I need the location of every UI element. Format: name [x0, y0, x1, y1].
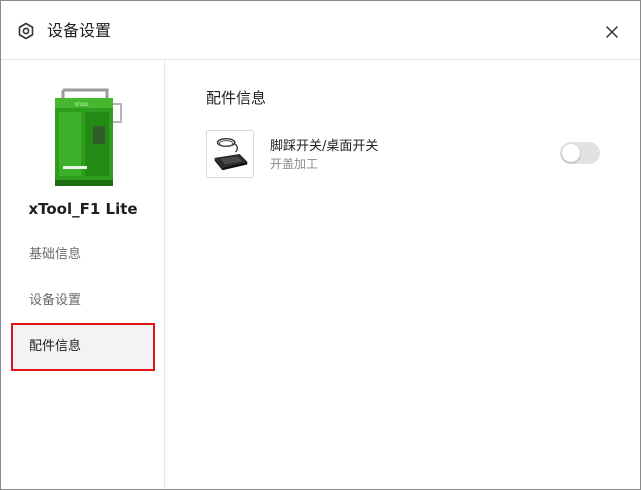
sidebar-item-basic-info[interactable]: 基础信息: [13, 233, 153, 277]
device-sidebar: XTOOL xTool_F1 Lite 基础信息 设备设置 配件信息: [1, 60, 165, 489]
sidebar-item-device-settings[interactable]: 设备设置: [13, 279, 153, 323]
foot-pedal-switch-icon: [206, 130, 254, 178]
accessory-item: 脚踩开关/桌面开关 开盖加工: [206, 130, 606, 180]
accessory-toggle[interactable]: [560, 142, 600, 164]
device-brand-label: XTOOL: [75, 102, 89, 107]
close-icon[interactable]: [606, 26, 618, 38]
settings-hex-icon: [18, 22, 34, 40]
accessory-info-panel: 配件信息 脚踩开关/桌面开关 开盖加工: [166, 60, 640, 489]
section-title: 配件信息: [206, 89, 267, 107]
accessory-description: 开盖加工: [270, 157, 319, 171]
device-name: xTool_F1 Lite: [28, 200, 138, 218]
device-image: XTOOL: [55, 88, 122, 186]
toggle-knob: [562, 144, 580, 162]
dialog-titlebar: 设备设置: [1, 1, 640, 60]
dialog-title: 设备设置: [47, 21, 112, 40]
device-settings-dialog: 设备设置 XTOOL xTool_F1 Lite 基础信息 设备设置 配件信息 …: [0, 0, 641, 490]
sidebar-item-accessory-info[interactable]: 配件信息: [13, 325, 153, 369]
accessory-name: 脚踩开关/桌面开关: [270, 139, 379, 154]
close-button[interactable]: [600, 20, 624, 44]
